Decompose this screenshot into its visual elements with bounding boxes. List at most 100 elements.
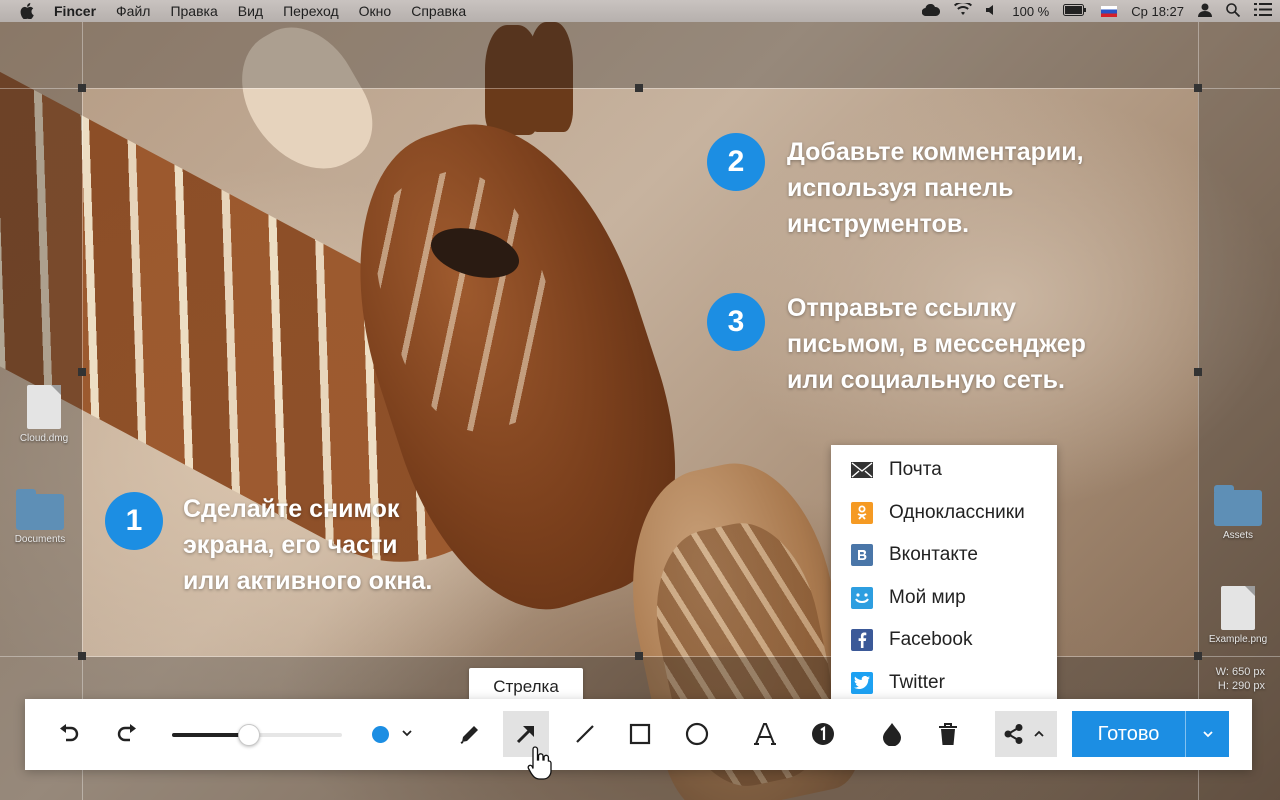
- desktop-icon-label: Documents: [14, 534, 66, 545]
- step-callout-2: 2 Добавьте комментарии, используя панель…: [707, 133, 1084, 242]
- ellipse-icon: [685, 722, 709, 746]
- step-text-line: инструментов.: [787, 210, 970, 238]
- line-tool-button[interactable]: [562, 711, 608, 757]
- share-menu: Почта Одноклассники Вконтакте Мой мир Fa…: [831, 445, 1057, 706]
- share-item-label: Одноклассники: [889, 501, 1025, 523]
- share-item-label: Мой мир: [889, 586, 966, 608]
- numbered-marker-tool-button[interactable]: [800, 711, 846, 757]
- menu-go[interactable]: Переход: [283, 3, 339, 19]
- cloud-icon[interactable]: [922, 3, 941, 19]
- notification-center-icon[interactable]: [1254, 3, 1272, 19]
- arrow-icon: [516, 726, 534, 744]
- blur-tool-button[interactable]: [869, 711, 915, 757]
- twitter-icon: [851, 671, 873, 694]
- share-item-twitter[interactable]: Twitter: [831, 662, 1057, 705]
- share-button[interactable]: [995, 711, 1057, 757]
- folder-icon: [16, 489, 64, 530]
- menu-app-name[interactable]: Fincer: [54, 3, 96, 19]
- step-text: Отправьте ссылку письмом, в мессенджер и…: [787, 290, 1086, 398]
- desktop-icon-assets[interactable]: Assets: [1206, 485, 1270, 541]
- battery-percent: 100 %: [1012, 3, 1050, 19]
- selection-guide: [82, 22, 83, 800]
- undo-button[interactable]: [46, 711, 92, 757]
- step-text-line: Добавьте комментарии,: [787, 138, 1084, 166]
- text-tool-button[interactable]: [742, 711, 788, 757]
- step-text: Сделайте снимок экрана, его части или ак…: [183, 491, 432, 599]
- redo-button[interactable]: [104, 711, 150, 757]
- spotlight-search-icon[interactable]: [1226, 2, 1241, 20]
- step-text-line: или активного окна.: [183, 567, 433, 595]
- share-item-facebook[interactable]: Facebook: [831, 619, 1057, 662]
- step-number-badge: 3: [707, 293, 765, 351]
- wifi-icon[interactable]: [954, 1, 973, 19]
- annotation-toolbar: Готово: [25, 699, 1252, 770]
- pencil-tool-button[interactable]: [447, 711, 493, 757]
- share-item-odnoklassniki[interactable]: Одноклассники: [831, 492, 1057, 535]
- selection-dim-right: [1198, 88, 1280, 657]
- step-text-line: или социальную сеть.: [787, 366, 1065, 394]
- resize-handle-top-left[interactable]: [78, 84, 86, 92]
- menu-window[interactable]: Окно: [359, 3, 392, 19]
- done-dropdown-chevron-down-icon[interactable]: [1186, 729, 1229, 739]
- step-text-line: экрана, его части: [183, 531, 398, 559]
- color-dropdown-chevron-down-icon[interactable]: [401, 725, 413, 743]
- share-item-mail[interactable]: Почта: [831, 449, 1057, 492]
- apple-icon[interactable]: [20, 3, 36, 19]
- line-icon: [576, 725, 594, 743]
- chevron-up-icon[interactable]: [1033, 729, 1045, 739]
- desktop-icon-documents[interactable]: Documents: [8, 489, 72, 545]
- ellipse-tool-button[interactable]: [674, 711, 720, 757]
- step-text-line: Отправьте ссылку: [787, 294, 1017, 322]
- pencil-icon: [460, 726, 478, 744]
- step-text: Добавьте комментарии, используя панель и…: [787, 134, 1084, 242]
- undo-icon: [60, 724, 79, 742]
- png-file-icon: [1221, 586, 1255, 630]
- input-source-flag-icon[interactable]: [1101, 5, 1118, 17]
- selection-width: W: 650 px: [1215, 666, 1265, 678]
- step-text-line: письмом, в мессенджер: [787, 330, 1086, 358]
- selection-size-readout: W: 650 px H: 290 px: [1205, 665, 1265, 693]
- resize-handle-bottom-right[interactable]: [1194, 652, 1202, 660]
- resize-handle-top-right[interactable]: [1194, 84, 1202, 92]
- user-icon[interactable]: [1198, 3, 1212, 20]
- battery-icon[interactable]: [1063, 3, 1087, 19]
- share-item-vkontakte[interactable]: Вконтакте: [831, 534, 1057, 577]
- line-width-slider-thumb[interactable]: [237, 724, 260, 746]
- done-button[interactable]: Готово: [1072, 723, 1185, 746]
- text-icon: [754, 723, 776, 745]
- desktop-icon-example-png[interactable]: Example.png: [1203, 586, 1273, 645]
- menu-edit[interactable]: Правка: [170, 3, 217, 19]
- share-item-label: Вконтакте: [889, 544, 978, 566]
- delete-button[interactable]: [925, 711, 971, 757]
- clock[interactable]: Ср 18:27: [1131, 4, 1184, 19]
- color-swatch[interactable]: [372, 726, 389, 743]
- resize-handle-left[interactable]: [78, 368, 86, 376]
- resize-handle-right[interactable]: [1194, 368, 1202, 376]
- line-width-slider[interactable]: [172, 724, 342, 746]
- share-icon: [1004, 724, 1023, 744]
- step-callout-1: 1 Сделайте снимок экрана, его части или …: [105, 492, 432, 599]
- desktop-icon-cloud-dmg[interactable]: Cloud.dmg: [12, 385, 76, 444]
- vk-icon: [851, 544, 873, 567]
- mail-icon: [851, 459, 873, 481]
- share-item-label: Twitter: [889, 671, 945, 693]
- share-item-moymir[interactable]: Мой мир: [831, 577, 1057, 620]
- step-number-badge: 2: [707, 133, 765, 191]
- menu-help[interactable]: Справка: [411, 3, 466, 19]
- step-text-line: Сделайте снимок: [183, 495, 400, 523]
- resize-handle-bottom-left[interactable]: [78, 652, 86, 660]
- drop-icon: [883, 723, 901, 746]
- moymir-icon: [851, 586, 873, 609]
- odnoklassniki-icon: [851, 501, 873, 524]
- redo-icon: [117, 724, 136, 742]
- disk-image-icon: [27, 385, 61, 429]
- rectangle-tool-button[interactable]: [617, 711, 663, 757]
- volume-icon[interactable]: [986, 4, 998, 19]
- menu-view[interactable]: Вид: [238, 3, 263, 19]
- resize-handle-top[interactable]: [635, 84, 643, 92]
- rectangle-icon: [629, 723, 651, 745]
- share-item-label: Почта: [889, 459, 942, 481]
- menu-bar: Fincer Файл Правка Вид Переход Окно Спра…: [0, 0, 1280, 22]
- menu-file[interactable]: Файл: [116, 3, 150, 19]
- resize-handle-bottom[interactable]: [635, 652, 643, 660]
